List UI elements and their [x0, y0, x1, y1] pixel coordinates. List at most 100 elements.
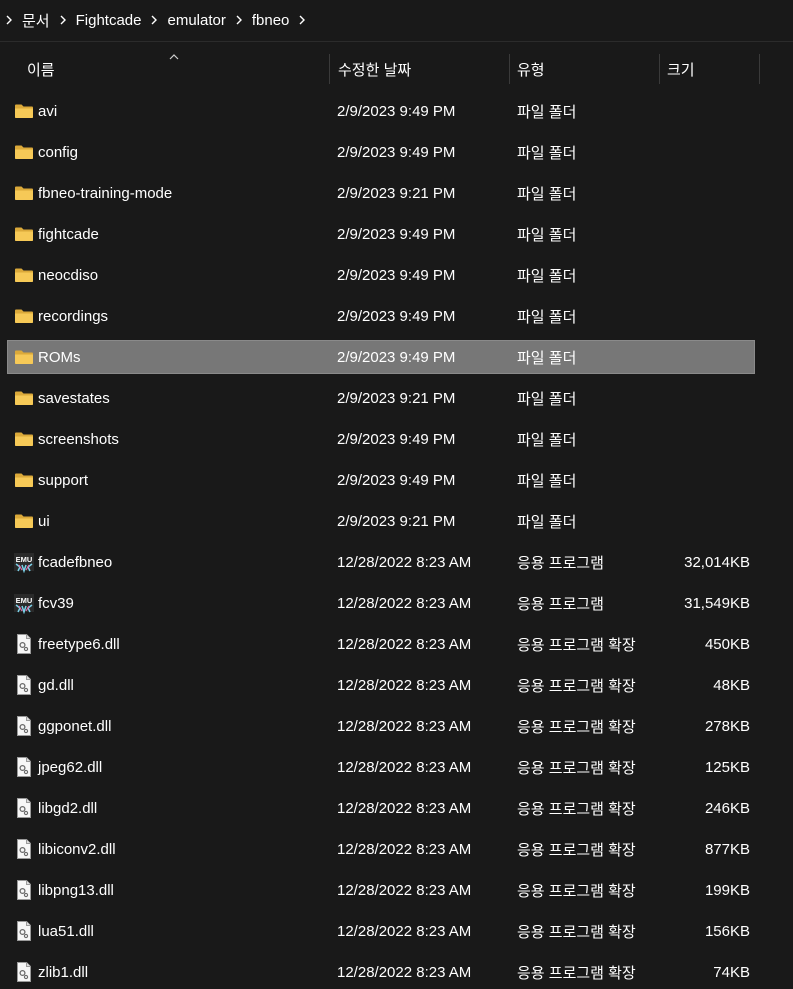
file-date-modified: 2/9/2023 9:21 PM [337, 389, 456, 407]
file-type: 응용 프로그램 [517, 595, 604, 613]
breadcrumb-item-documents[interactable]: 문서 [18, 10, 54, 31]
dll-file-icon [13, 956, 35, 988]
file-type: 파일 폴더 [517, 103, 577, 121]
column-resize-handle[interactable] [759, 54, 760, 84]
file-size: 199KB [704, 881, 750, 899]
file-size [608, 259, 750, 291]
file-row[interactable]: ui 2/9/2023 9:21 PM 파일 폴더 [8, 505, 754, 537]
file-name: config [38, 143, 79, 161]
file-size [608, 505, 750, 537]
file-size: 246KB [704, 799, 750, 817]
file-row[interactable]: recordings 2/9/2023 9:49 PM 파일 폴더 [8, 300, 754, 332]
folder-icon [13, 136, 35, 168]
file-name: gd.dll [38, 676, 74, 694]
file-date-modified: 2/9/2023 9:21 PM [337, 184, 456, 202]
file-type: 파일 폴더 [517, 267, 577, 285]
breadcrumb-item-fightcade[interactable]: Fightcade [72, 12, 146, 29]
file-size: 48KB [713, 676, 750, 694]
file-row[interactable]: gd.dll 12/28/2022 8:23 AM 응용 프로그램 확장 48KB [8, 669, 754, 701]
file-row[interactable]: support 2/9/2023 9:49 PM 파일 폴더 [8, 464, 754, 496]
file-row[interactable]: EMU fcadefbneo 12/28/2022 8:23 AM 응용 프로그램 32… [8, 546, 754, 578]
dll-file-icon [13, 915, 35, 947]
file-row[interactable]: libiconv2.dll 12/28/2022 8:23 AM 응용 프로그램 확… [8, 833, 754, 865]
file-size: 31,549KB [684, 594, 750, 612]
file-date-modified: 12/28/2022 8:23 AM [337, 963, 472, 981]
column-header: 이름 수정한 날짜 유형 크기 [0, 48, 793, 90]
file-date-modified: 12/28/2022 8:23 AM [337, 717, 472, 735]
file-date-modified: 2/9/2023 9:49 PM [337, 348, 456, 366]
file-size [608, 423, 750, 455]
breadcrumb: 문서 Fightcade emulator fbneo [0, 0, 793, 40]
file-size [608, 300, 750, 332]
file-row[interactable]: neocdiso 2/9/2023 9:49 PM 파일 폴더 [8, 259, 754, 291]
file-date-modified: 12/28/2022 8:23 AM [337, 881, 472, 899]
file-date-modified: 2/9/2023 9:49 PM [337, 143, 456, 161]
file-row[interactable]: libpng13.dll 12/28/2022 8:23 AM 응용 프로그램 확장… [8, 874, 754, 906]
file-row[interactable]: freetype6.dll 12/28/2022 8:23 AM 응용 프로그램 확… [8, 628, 754, 660]
folder-icon [13, 218, 35, 250]
file-date-modified: 2/9/2023 9:21 PM [337, 512, 456, 530]
file-type: 응용 프로그램 [517, 554, 604, 572]
file-name: freetype6.dll [38, 635, 120, 653]
file-row[interactable]: avi 2/9/2023 9:49 PM 파일 폴더 [8, 95, 754, 127]
file-name: ggponet.dll [38, 717, 112, 735]
breadcrumb-item-emulator[interactable]: emulator [163, 12, 229, 29]
folder-icon [13, 341, 35, 373]
file-type: 파일 폴더 [517, 185, 577, 203]
file-type: 파일 폴더 [517, 472, 577, 490]
column-header-name[interactable]: 이름 [27, 48, 55, 90]
file-size: 74KB [713, 963, 750, 981]
file-type: 파일 폴더 [517, 513, 577, 531]
file-name: ROMs [38, 348, 81, 366]
column-header-type[interactable]: 유형 [517, 48, 545, 90]
file-row[interactable]: lua51.dll 12/28/2022 8:23 AM 응용 프로그램 확장 156… [8, 915, 754, 947]
file-row[interactable]: savestates 2/9/2023 9:21 PM 파일 폴더 [8, 382, 754, 414]
file-row[interactable]: ggponet.dll 12/28/2022 8:23 AM 응용 프로그램 확장 2… [8, 710, 754, 742]
column-header-size[interactable]: 크기 [667, 48, 695, 90]
folder-icon [13, 177, 35, 209]
file-row[interactable]: fightcade 2/9/2023 9:49 PM 파일 폴더 [8, 218, 754, 250]
file-name: libiconv2.dll [38, 840, 116, 858]
file-row[interactable]: screenshots 2/9/2023 9:49 PM 파일 폴더 [8, 423, 754, 455]
file-name: zlib1.dll [38, 963, 89, 981]
file-size [608, 382, 750, 414]
file-row[interactable]: fbneo-training-mode 2/9/2023 9:21 PM 파일 폴더 [8, 177, 754, 209]
file-name: jpeg62.dll [38, 758, 103, 776]
file-date-modified: 2/9/2023 9:49 PM [337, 471, 456, 489]
column-resize-handle[interactable] [329, 54, 330, 84]
emu-app-icon: EMU [13, 546, 35, 578]
dll-file-icon [13, 669, 35, 701]
file-name: screenshots [38, 430, 119, 448]
svg-text:EMU: EMU [16, 555, 33, 564]
file-name: fbneo-training-mode [38, 184, 173, 202]
chevron-right-icon[interactable] [293, 15, 311, 25]
file-date-modified: 2/9/2023 9:49 PM [337, 266, 456, 284]
file-size: 156KB [704, 922, 750, 940]
file-name: fcadefbneo [38, 553, 113, 571]
file-row[interactable]: ROMs 2/9/2023 9:49 PM 파일 폴더 [7, 340, 755, 374]
file-date-modified: 12/28/2022 8:23 AM [337, 553, 472, 571]
column-resize-handle[interactable] [659, 54, 660, 84]
file-size: 877KB [704, 840, 750, 858]
file-row[interactable]: EMU fcv39 12/28/2022 8:23 AM 응용 프로그램 31,549K… [8, 587, 754, 619]
column-header-date[interactable]: 수정한 날짜 [338, 48, 411, 90]
chevron-right-icon[interactable] [54, 15, 72, 25]
dll-file-icon [13, 751, 35, 783]
chevron-right-icon[interactable] [145, 15, 163, 25]
file-row[interactable]: libgd2.dll 12/28/2022 8:23 AM 응용 프로그램 확장 24… [8, 792, 754, 824]
file-size: 450KB [704, 635, 750, 653]
chevron-right-icon[interactable] [230, 15, 248, 25]
dll-file-icon [13, 628, 35, 660]
file-row[interactable]: zlib1.dll 12/28/2022 8:23 AM 응용 프로그램 확장 74K… [8, 956, 754, 988]
sort-ascending-icon [169, 54, 179, 60]
file-name: neocdiso [38, 266, 99, 284]
chevron-right-icon[interactable] [0, 15, 18, 25]
file-row[interactable]: config 2/9/2023 9:49 PM 파일 폴더 [8, 136, 754, 168]
file-type: 파일 폴더 [517, 308, 577, 326]
breadcrumb-item-fbneo[interactable]: fbneo [248, 12, 294, 29]
file-row[interactable]: jpeg62.dll 12/28/2022 8:23 AM 응용 프로그램 확장 12… [8, 751, 754, 783]
divider [0, 41, 793, 42]
file-name: savestates [38, 389, 110, 407]
column-resize-handle[interactable] [509, 54, 510, 84]
dll-file-icon [13, 792, 35, 824]
